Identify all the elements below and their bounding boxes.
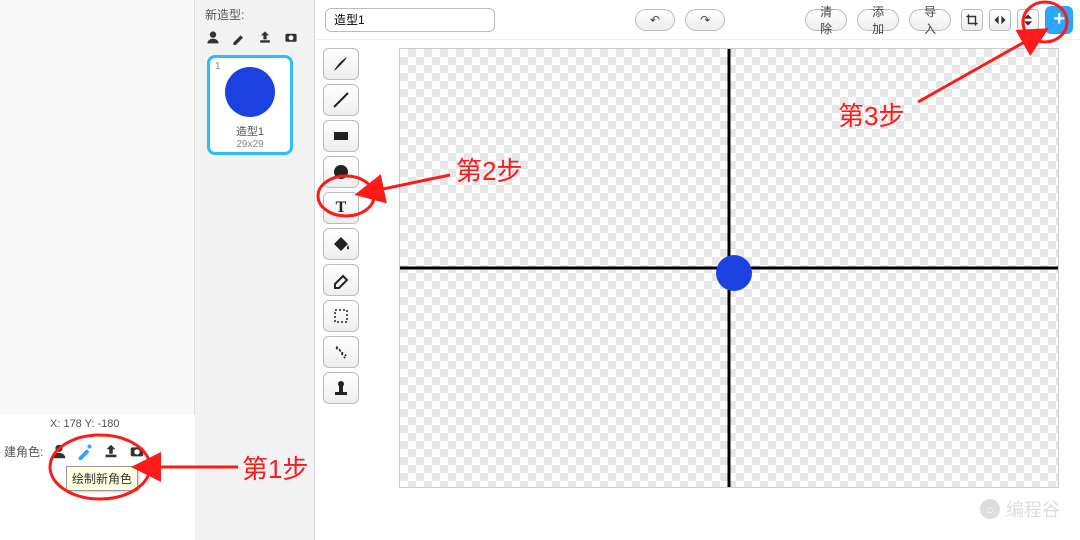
paint-costume-icon[interactable] bbox=[229, 27, 249, 47]
wechat-icon: ೦ bbox=[980, 499, 1000, 519]
import-button[interactable]: 导入 bbox=[909, 9, 951, 31]
watermark: ೦ 编程谷 bbox=[980, 496, 1060, 522]
costume-name: 造型1 bbox=[236, 123, 264, 139]
costume-thumbnail[interactable]: 1 造型1 29x29 bbox=[207, 55, 293, 155]
drawn-circle bbox=[716, 255, 752, 291]
watermark-text: 编程谷 bbox=[1006, 496, 1060, 522]
upload-costume-icon[interactable] bbox=[255, 27, 275, 47]
stage-area bbox=[0, 0, 195, 415]
add-button[interactable]: 添加 bbox=[857, 9, 899, 31]
fill-tool[interactable] bbox=[323, 228, 359, 260]
flip-vertical-icon[interactable] bbox=[1017, 9, 1039, 31]
new-costume-label: 新造型: bbox=[205, 6, 310, 23]
tool-palette: T bbox=[323, 48, 363, 404]
camera-costume-icon[interactable] bbox=[281, 27, 301, 47]
new-sprite-toolbar: 建角色: bbox=[0, 436, 195, 466]
choose-costume-icon[interactable] bbox=[203, 27, 223, 47]
clear-button[interactable]: 清除 bbox=[805, 9, 847, 31]
text-tool[interactable]: T bbox=[323, 192, 359, 224]
costume-name-input[interactable] bbox=[325, 8, 495, 32]
set-center-button[interactable]: + bbox=[1045, 6, 1073, 34]
stage-coords: X: 178 Y: -180 bbox=[50, 418, 120, 430]
editor-toolbar: ↶ ↷ 清除 添加 导入 + bbox=[315, 0, 1080, 40]
select-tool[interactable] bbox=[323, 300, 359, 332]
costume-tools bbox=[199, 27, 310, 53]
brush-tool[interactable] bbox=[323, 48, 359, 80]
paint-sprite-tooltip: 绘制新角色 bbox=[66, 466, 138, 491]
choose-sprite-icon[interactable] bbox=[49, 441, 69, 461]
paint-new-sprite-icon[interactable] bbox=[75, 441, 95, 461]
ellipse-tool[interactable] bbox=[323, 156, 359, 188]
crop-icon[interactable] bbox=[961, 9, 983, 31]
new-sprite-label: 建角色: bbox=[4, 443, 43, 460]
paint-editor: ↶ ↷ 清除 添加 导入 + T bbox=[315, 0, 1080, 540]
upload-sprite-icon[interactable] bbox=[101, 441, 121, 461]
line-tool[interactable] bbox=[323, 84, 359, 116]
costume-size: 29x29 bbox=[236, 139, 263, 150]
costume-index: 1 bbox=[215, 61, 221, 72]
camera-sprite-icon[interactable] bbox=[127, 441, 147, 461]
redo-button[interactable]: ↷ bbox=[685, 9, 725, 31]
stamp-tool[interactable] bbox=[323, 372, 359, 404]
wand-select-tool[interactable] bbox=[323, 336, 359, 368]
drawing-canvas[interactable] bbox=[399, 48, 1059, 488]
undo-button[interactable]: ↶ bbox=[635, 9, 675, 31]
rectangle-tool[interactable] bbox=[323, 120, 359, 152]
costume-preview bbox=[225, 67, 275, 117]
eraser-tool[interactable] bbox=[323, 264, 359, 296]
flip-horizontal-icon[interactable] bbox=[989, 9, 1011, 31]
costume-panel: 新造型: 1 造型1 29x29 bbox=[195, 0, 315, 540]
